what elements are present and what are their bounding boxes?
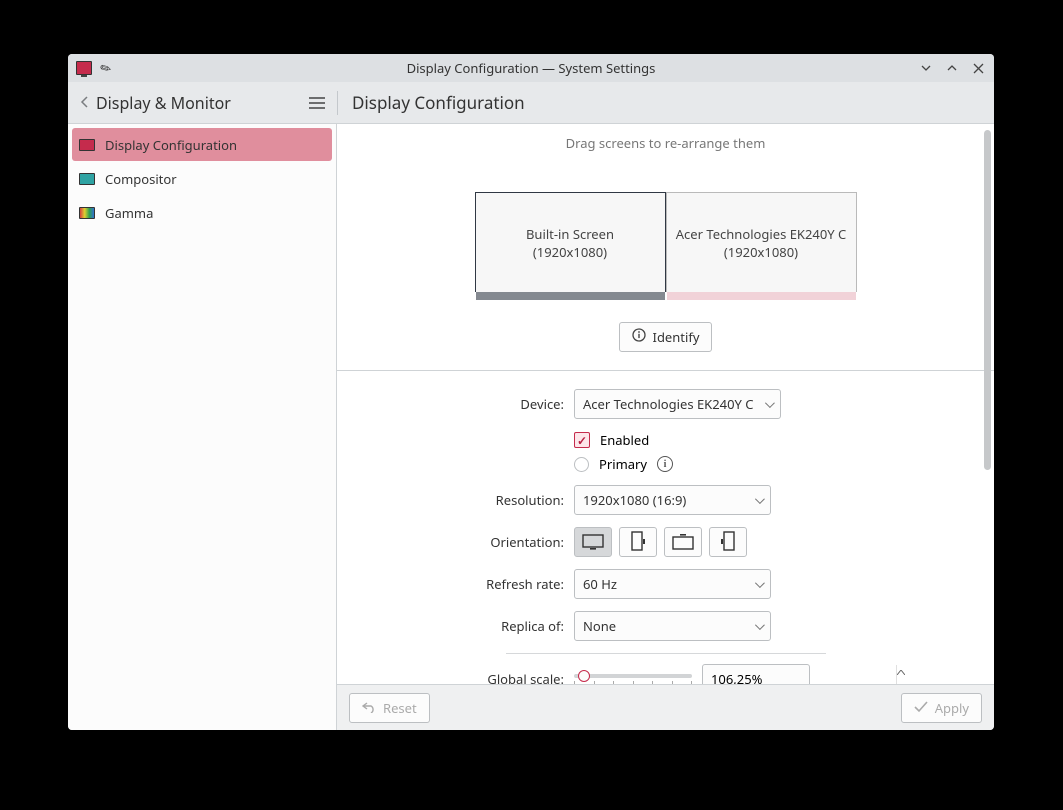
device-value: Acer Technologies EK240Y C: [583, 395, 754, 413]
maximize-button[interactable]: [944, 60, 960, 76]
form-divider: [506, 653, 826, 654]
monitor-stand: [667, 292, 856, 300]
undo-icon: [362, 699, 376, 717]
monitor-res: (1920x1080): [533, 243, 607, 261]
sidebar-item-gamma[interactable]: Gamma: [72, 196, 332, 229]
primary-label: Primary: [599, 455, 647, 473]
sidebar-header[interactable]: Display & Monitor: [68, 82, 337, 123]
chevron-down-icon: [755, 620, 765, 630]
replica-label: Replica of:: [337, 617, 574, 635]
sidebar-item-display-config[interactable]: Display Configuration: [72, 128, 332, 161]
refresh-value: 60 Hz: [583, 575, 617, 593]
titlebar[interactable]: ✎ Display Configuration — System Setting…: [68, 54, 994, 82]
menu-icon[interactable]: [309, 92, 325, 114]
gamma-icon: [79, 207, 95, 219]
scale-slider[interactable]: [574, 667, 692, 684]
orientation-portrait-right[interactable]: [709, 527, 747, 557]
pin-icon[interactable]: ✎: [96, 57, 114, 78]
main-panel: Drag screens to re-arrange them Built-in…: [337, 124, 994, 730]
chevron-down-icon: [755, 578, 765, 588]
reset-label: Reset: [383, 699, 417, 717]
header-bar: Display & Monitor Display Configuration: [68, 82, 994, 124]
chevron-down-icon: [765, 398, 775, 408]
primary-info-icon[interactable]: i: [657, 456, 673, 472]
scale-input[interactable]: [703, 665, 896, 684]
compositor-icon: [79, 173, 95, 185]
monitor-name: Built-in Screen: [526, 225, 614, 243]
settings-form: Device: Acer Technologies EK240Y C: [337, 371, 994, 684]
drag-hint: Drag screens to re-arrange them: [337, 134, 994, 152]
window-title: Display Configuration — System Settings: [407, 59, 656, 77]
sidebar-item-compositor[interactable]: Compositor: [72, 162, 332, 195]
scale-label: Global scale:: [337, 670, 574, 684]
enabled-checkbox[interactable]: [574, 432, 590, 448]
header-divider: [337, 91, 338, 115]
window-controls: [918, 60, 986, 76]
apply-label: Apply: [935, 699, 969, 717]
sidebar-item-label: Gamma: [105, 204, 153, 222]
app-icon: [76, 61, 92, 75]
footer: Reset Apply: [337, 684, 994, 730]
orientation-portrait-left[interactable]: [619, 527, 657, 557]
close-button[interactable]: [970, 60, 986, 76]
page-title: Display Configuration: [352, 91, 525, 114]
orientation-landscape-flip[interactable]: [664, 527, 702, 557]
monitor-name: Acer Technologies EK240Y C: [676, 225, 847, 243]
display-icon: [79, 139, 95, 151]
orientation-landscape[interactable]: [574, 527, 612, 557]
orientation-label: Orientation:: [337, 533, 574, 551]
sidebar-item-label: Display Configuration: [105, 136, 237, 154]
settings-window: ✎ Display Configuration — System Setting…: [68, 54, 994, 730]
info-circle-icon: [632, 328, 646, 346]
sidebar-item-label: Compositor: [105, 170, 177, 188]
category-title: Display & Monitor: [96, 92, 231, 114]
refresh-label: Refresh rate:: [337, 575, 574, 593]
resolution-label: Resolution:: [337, 491, 574, 509]
apply-button[interactable]: Apply: [901, 693, 982, 723]
monitor-builtin[interactable]: Built-in Screen (1920x1080): [475, 192, 666, 292]
replica-select[interactable]: None: [574, 611, 771, 641]
refresh-select[interactable]: 60 Hz: [574, 569, 771, 599]
resolution-select[interactable]: 1920x1080 (16:9): [574, 485, 771, 515]
scrollbar[interactable]: [984, 130, 991, 470]
reset-button[interactable]: Reset: [349, 693, 430, 723]
main-content: Drag screens to re-arrange them Built-in…: [337, 124, 994, 684]
identify-label: Identify: [653, 328, 700, 346]
enabled-label: Enabled: [600, 431, 649, 449]
minimize-button[interactable]: [918, 60, 934, 76]
monitors-layout[interactable]: Built-in Screen (1920x1080) Acer Technol…: [337, 192, 994, 292]
monitor-external[interactable]: Acer Technologies EK240Y C (1920x1080): [666, 192, 857, 292]
monitor-res: (1920x1080): [724, 243, 798, 261]
arrange-area: Drag screens to re-arrange them Built-in…: [337, 124, 994, 371]
primary-radio[interactable]: [574, 457, 589, 472]
sidebar: Display Configuration Compositor Gamma: [68, 124, 337, 730]
spin-up-icon[interactable]: [897, 665, 905, 679]
identify-button[interactable]: Identify: [619, 322, 713, 352]
monitor-stand: [476, 292, 665, 300]
resolution-value: 1920x1080 (16:9): [583, 491, 686, 509]
check-icon: [914, 699, 928, 717]
device-select[interactable]: Acer Technologies EK240Y C: [574, 389, 781, 419]
body: Display Configuration Compositor Gamma D…: [68, 124, 994, 730]
chevron-down-icon: [755, 494, 765, 504]
device-label: Device:: [337, 395, 574, 413]
replica-value: None: [583, 617, 616, 635]
scale-spinbox[interactable]: [702, 664, 810, 684]
back-chevron-icon[interactable]: [76, 92, 92, 114]
